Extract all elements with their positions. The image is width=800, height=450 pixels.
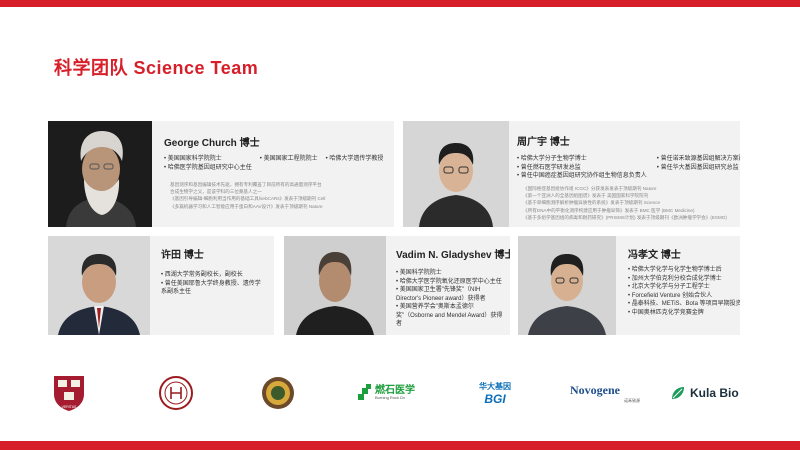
bullet-item: 美国科学院院士 (396, 269, 506, 278)
page-title: 科学团队 Science Team (54, 58, 259, 78)
portrait-icon (48, 236, 150, 335)
harvard-shield-icon: VERITAS (54, 376, 84, 411)
burning-rock-mark-icon (358, 384, 371, 400)
top-accent-bar (0, 0, 800, 7)
bgi-cn: 华大基因 (479, 381, 511, 391)
bullet-item: 曾任诺禾致源基因组解决方案副总裁 (657, 155, 740, 164)
bottom-accent-bar (0, 441, 800, 450)
burning-rock-en: Burning Rock Dx (375, 395, 406, 400)
desc-item: 《基于多组学基因组的病毒和耐药研究》(PRISMS计划) 发表于顶级期刊《欧洲肿… (523, 214, 727, 220)
photo-xu-tian (48, 236, 150, 335)
bullet-item: 晶泰科技、METiS、Bota 等项目早期投资人 (628, 300, 740, 309)
novogene-logo: Novogene 诺禾致源 (570, 372, 640, 414)
bullets-vadim-gladyshev: 美国科学院院士 哈佛大学医学院氧化还原医学中心主任 美国国家卫生署"先锋奖"（N… (396, 269, 506, 329)
photo-vadim-gladyshev (284, 236, 386, 335)
bullet-item: 曾任中国癌症基因组研究协作组生物信息负责人 (517, 172, 647, 181)
card-zhou-guangyu: 周广宇 博士 哈佛大学分子生物学博士 曾任诺禾致源基因组解决方案副总裁 曾任燃石… (403, 121, 740, 227)
name-xu-tian: 许田 博士 (161, 250, 204, 261)
name-feng-xiaowen: 冯孝文 博士 (628, 250, 681, 261)
name-zhou-guangyu: 周广宇 博士 (517, 137, 570, 148)
partner-logos: VERITAS 燃石医学 Burning Rock Dx 华大基因 BGI No… (40, 372, 770, 414)
bullet-item: 哈佛大学分子生物学博士 (517, 155, 647, 164)
desc-item: 《基于单细胞测序解析肿瘤异质性的系统》发表于顶级期刊 Science (523, 200, 661, 206)
bgi-en: BGI (484, 391, 506, 406)
photo-zhou-guangyu (403, 121, 509, 227)
portrait-icon (284, 236, 386, 335)
desc-george-church: 基因测序和基因编辑技术先驱，拥有专利覆盖了目前所有的高通量测序平台 合成生物学之… (170, 181, 325, 210)
name-george-church: George Church 博士 (164, 138, 260, 149)
bullet-item: 美国国家卫生署"先锋奖"（NIH Director's Pioneer awar… (396, 286, 506, 303)
bullets-feng-xiaowen: 哈佛大学化学与化学生物学博士后 加州大学伯克利分校合成化学博士 北京大学化学与分… (628, 266, 740, 317)
bullet-item: 西湖大学常务副校长，副校长 (161, 271, 265, 280)
novogene-cn: 诺禾致源 (624, 397, 640, 403)
harvard-logo: VERITAS (52, 372, 92, 414)
bullet-item: 哈佛大学医学院氧化还原医学中心主任 (396, 278, 506, 287)
desc-item: 《第一个亚洲人的全基因组图谱》发表于 美国国家科学院院刊 (523, 193, 649, 199)
card-george-church: George Church 博士 美国国家科学院院士 美国国家工程院院士 哈佛大… (48, 121, 394, 227)
bullet-item: 曾任美国耶鲁大学终身教授、遗传学系副系主任 (161, 280, 265, 297)
portrait-icon (48, 121, 152, 227)
bullet-item: 美国营养学会"奥斯本孟德尔奖"（Osborne and Mendel Award… (396, 303, 506, 329)
bullet-item: 哈佛医学院基因组研究中心主任 (164, 164, 252, 173)
bullet-item: 美国国家工程院院士 (260, 155, 318, 164)
desc-item: 合成生物学之父，是该学科的三位奠基人之一 (170, 189, 262, 195)
bullet-item: 哈佛大学化学与化学生物学博士后 (628, 266, 740, 275)
bullet-item: 加州大学伯克利分校合成化学博士 (628, 275, 740, 284)
peking-seal-icon (159, 376, 193, 410)
photo-george-church (48, 121, 152, 227)
novogene-en: Novogene (570, 382, 620, 397)
desc-item: 《基因引导编辑-细胞利用当作用的基础工具hiebCARs》发表于顶级期刊 Cel… (170, 196, 326, 202)
bullet-item: Forcefield Venture 创始合伙人 (628, 292, 740, 301)
burning-rock-logo: 燃石医学 Burning Rock Dx (358, 372, 428, 414)
card-feng-xiaowen: 冯孝文 博士 哈佛大学化学与化学生物学博士后 加州大学伯克利分校合成化学博士 北… (518, 236, 740, 335)
desc-item: 基因测序和基因编辑技术先驱，拥有专利覆盖了目前所有的高通量测序平台 (170, 182, 322, 187)
portrait-icon (518, 236, 616, 335)
peking-university-logo (158, 372, 198, 414)
svg-text:VERITAS: VERITAS (62, 405, 77, 409)
card-vadim-gladyshev: Vadim N. Gladyshev 博士 美国科学院院士 哈佛大学医学院氧化还… (284, 236, 510, 335)
bullets-george-church: 美国国家科学院院士 美国国家工程院院士 哈佛大学遗传学教授 哈佛医学院基因组研究… (164, 155, 384, 173)
bullet-item: 北京大学化学与分子工程学士 (628, 283, 740, 292)
bullets-zhou-guangyu: 哈佛大学分子生物学博士 曾任诺禾致源基因组解决方案副总裁 曾任燃石医学研发总监 … (517, 155, 740, 181)
purple-seal-icon (262, 377, 294, 409)
photo-feng-xiaowen (518, 236, 616, 335)
kula-leaf-icon (672, 387, 684, 399)
bgi-logo: 华大基因 BGI (470, 372, 520, 414)
kula-bio-logo: Kula Bio (670, 372, 750, 414)
card-xu-tian: 许田 博士 西湖大学常务副校长，副校长 曾任美国耶鲁大学终身教授、遗传学系副系主… (48, 236, 274, 335)
kula-bio-text: Kula Bio (690, 386, 739, 400)
name-vadim-gladyshev: Vadim N. Gladyshev 博士 (396, 250, 510, 261)
bullet-item: 中国奥林匹克化学竞赛金牌 (628, 309, 740, 318)
portrait-icon (403, 121, 509, 227)
desc-item: 《国际癌症基因组协作组 ICGC》分获发表发表于顶级期刊 Nature (523, 186, 657, 191)
university-seal-logo (260, 372, 300, 414)
desc-item: 《多篇机器学习和人工智能应用于蛋白和AAV设计》发表于顶级期刊 Nature (170, 203, 323, 209)
bullet-item: 曾任华大基因基因组研究总监 (657, 164, 740, 173)
bullet-item: 哈佛大学遗传学教授 (326, 155, 383, 164)
bullet-item: 曾任燃石医学研发总监 (517, 164, 647, 173)
desc-zhou-guangyu: 《国际癌症基因组协作组 ICGC》分获发表发表于顶级期刊 Nature 《第一个… (523, 185, 727, 221)
desc-item: 《所有DNA中的平衡化测序构建应用于肿瘤早筛》发表于 BMC 医学 (BMC M… (523, 207, 695, 213)
bullets-xu-tian: 西湖大学常务副校长，副校长 曾任美国耶鲁大学终身教授、遗传学系副系主任 (161, 271, 265, 297)
bullet-item: 美国国家科学院院士 (164, 155, 252, 164)
